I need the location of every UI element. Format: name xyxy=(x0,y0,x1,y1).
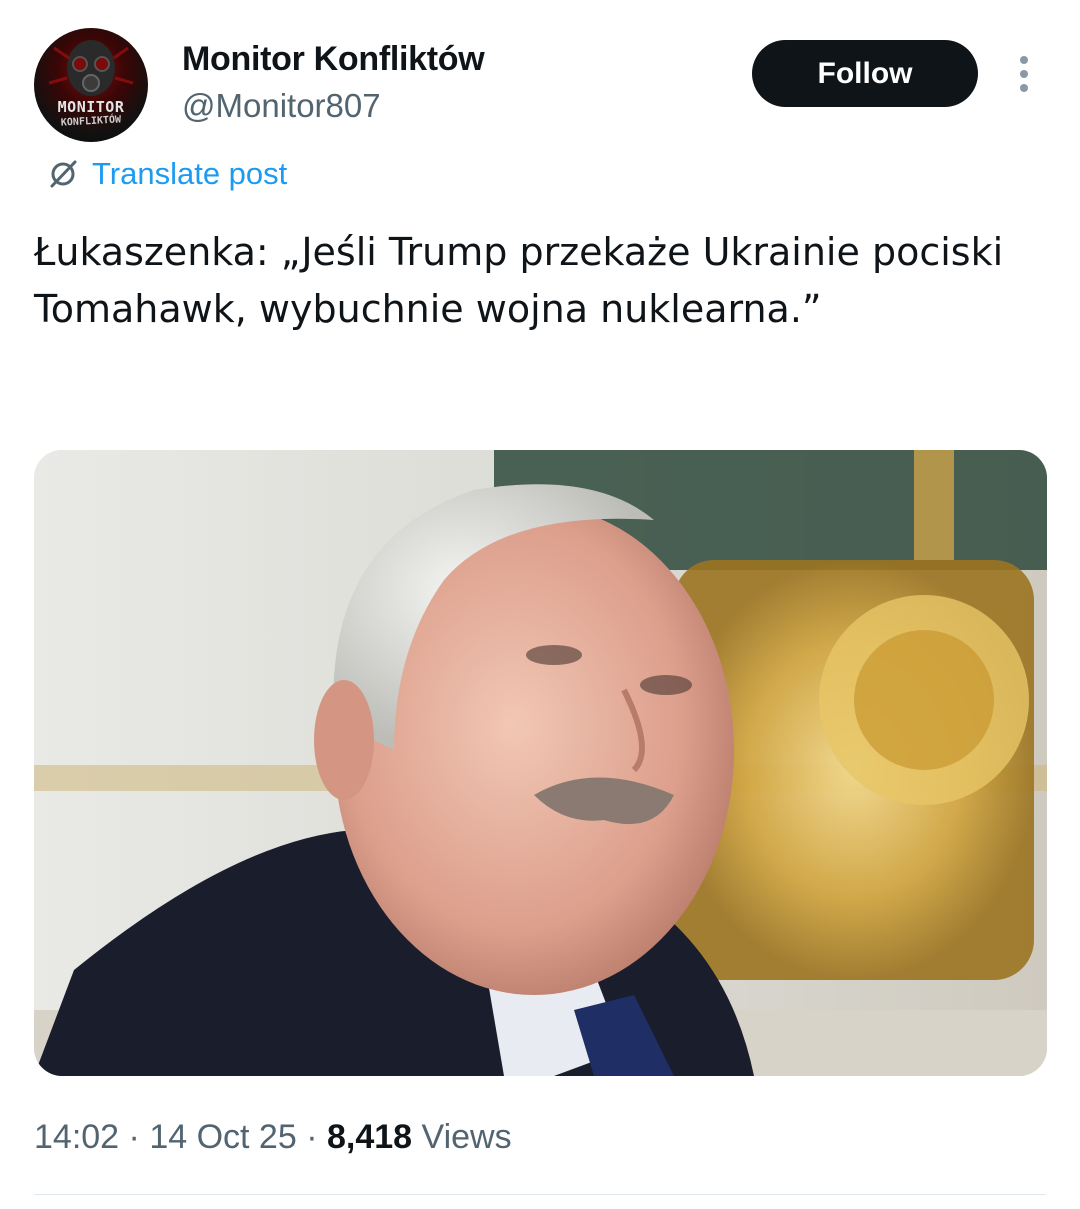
translate-post-link[interactable]: Translate post xyxy=(46,156,287,192)
views-label: Views xyxy=(421,1118,512,1156)
author-display-name[interactable]: Monitor Konfliktów xyxy=(182,40,485,79)
globe-slash-icon xyxy=(50,160,77,188)
author-avatar[interactable]: MONITOR KONFLIKTÓW xyxy=(34,28,148,142)
post-metadata: 14:02 · 14 Oct 25 · 8,418 Views xyxy=(34,1118,512,1157)
post-date[interactable]: 14 Oct 25 xyxy=(149,1118,296,1156)
more-vertical-icon[interactable] xyxy=(1010,52,1038,96)
post-image[interactable] xyxy=(34,450,1047,1076)
post-text: Łukaszenka: „Jeśli Trump przekaże Ukrain… xyxy=(34,230,1004,331)
avatar-logo-line1: MONITOR xyxy=(57,98,125,116)
follow-button[interactable]: Follow xyxy=(752,40,978,107)
divider xyxy=(34,1194,1046,1195)
post-time[interactable]: 14:02 xyxy=(34,1118,119,1156)
author-handle[interactable]: @Monitor807 xyxy=(182,87,381,125)
views-count: 8,418 xyxy=(326,1118,413,1156)
translate-post-label: Translate post xyxy=(92,156,288,191)
meta-separator: · xyxy=(128,1118,140,1156)
meta-separator: · xyxy=(306,1118,318,1156)
